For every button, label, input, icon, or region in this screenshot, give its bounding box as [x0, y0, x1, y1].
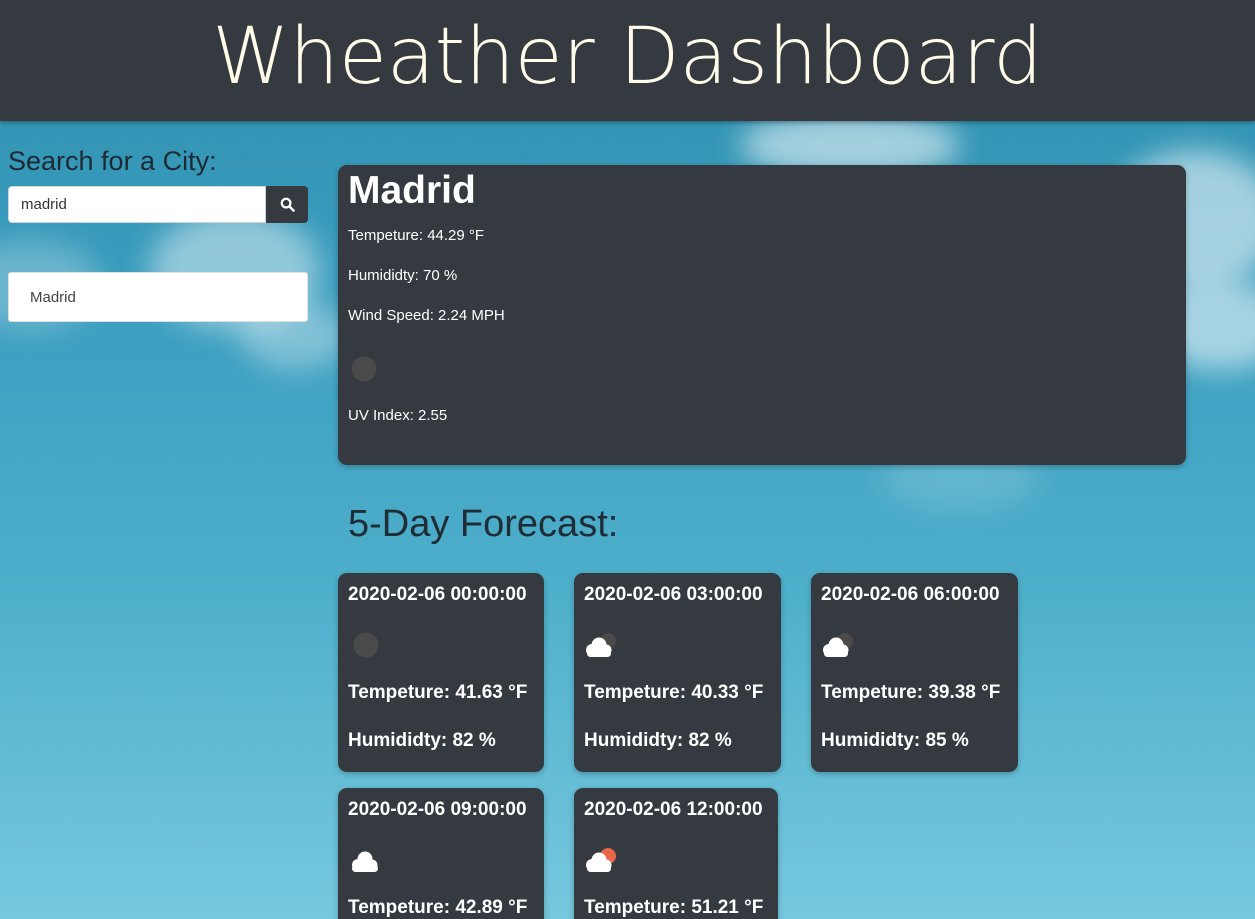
current-weather-card: Madrid Tempeture: 44.29 °F Humididty: 70…: [338, 165, 1186, 465]
day-cloud-icon: [584, 846, 618, 879]
search-button[interactable]: [266, 186, 308, 223]
forecast-card: 2020-02-06 00:00:00 Tempeture: 41.63 °F …: [338, 573, 544, 772]
app-header: Wheather Dashboard: [0, 0, 1255, 121]
page-title: Wheather Dashboard: [212, 11, 1043, 102]
current-uv-index: UV Index: 2.55: [348, 407, 448, 424]
forecast-date: 2020-02-06 03:00:00: [584, 584, 763, 605]
forecast-temperature: Tempeture: 40.33 °F: [584, 682, 764, 703]
forecast-title: 5-Day Forecast:: [348, 503, 619, 545]
forecast-card: 2020-02-06 06:00:00 Tempeture: 39.38 °F …: [811, 573, 1018, 772]
night-cloud-icon: [584, 631, 618, 664]
forecast-card: 2020-02-06 03:00:00 Tempeture: 40.33 °F …: [574, 573, 781, 772]
night-clear-icon: [350, 355, 378, 388]
forecast-date: 2020-02-06 12:00:00: [584, 799, 763, 820]
forecast-temperature: Tempeture: 42.89 °F: [348, 897, 528, 918]
forecast-date: 2020-02-06 00:00:00: [348, 584, 527, 605]
search-label: Search for a City:: [8, 146, 217, 176]
current-wind-speed: Wind Speed: 2.24 MPH: [348, 307, 505, 324]
search-icon: [280, 197, 295, 212]
night-clear-icon: [352, 631, 380, 664]
current-city-name: Madrid: [348, 169, 476, 212]
cloud-icon: [348, 846, 382, 879]
night-cloud-icon: [821, 631, 855, 664]
forecast-card: 2020-02-06 12:00:00 Tempeture: 51.21 °F: [574, 788, 778, 919]
forecast-date: 2020-02-06 06:00:00: [821, 584, 1000, 605]
forecast-temperature: Tempeture: 39.38 °F: [821, 682, 1001, 703]
forecast-date: 2020-02-06 09:00:00: [348, 799, 527, 820]
current-humidity: Humididty: 70 %: [348, 267, 458, 284]
forecast-humidity: Humididty: 82 %: [348, 730, 496, 751]
current-temperature: Tempeture: 44.29 °F: [348, 227, 485, 244]
forecast-temperature: Tempeture: 51.21 °F: [584, 897, 764, 918]
forecast-card: 2020-02-06 09:00:00 Tempeture: 42.89 °F: [338, 788, 544, 919]
forecast-humidity: Humididty: 82 %: [584, 730, 732, 751]
forecast-temperature: Tempeture: 41.63 °F: [348, 682, 528, 703]
history-item-madrid[interactable]: Madrid: [8, 272, 308, 322]
city-search-input[interactable]: [8, 186, 266, 223]
forecast-humidity: Humididty: 85 %: [821, 730, 969, 751]
